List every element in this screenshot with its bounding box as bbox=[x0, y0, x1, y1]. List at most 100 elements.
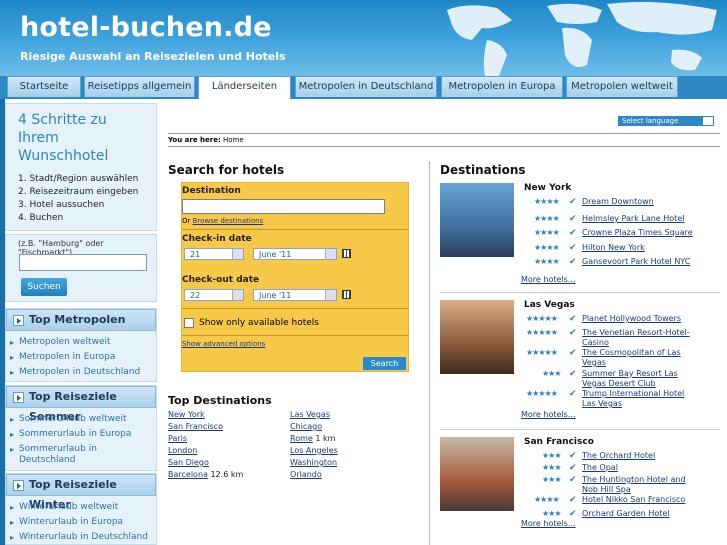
chevron-down-icon bbox=[703, 117, 713, 125]
city-photo[interactable] bbox=[440, 183, 514, 257]
star-rating-icon: ★★★★★ bbox=[526, 314, 558, 323]
destination-label: Destination bbox=[182, 186, 241, 196]
checkin-month-select[interactable]: June '11 bbox=[253, 248, 337, 260]
destination-block: Las Vegas ★★★★★ ✔ Planet Hollywood Towers ★★… bbox=[440, 300, 720, 420]
calendar-icon[interactable] bbox=[342, 290, 351, 299]
city-photo[interactable] bbox=[440, 437, 514, 511]
step-item: 2. Reisezeitraum eingeben bbox=[18, 187, 139, 197]
hotel-link[interactable]: Gansevoort Park Hotel NYC bbox=[582, 257, 694, 267]
top-destination-item: Las Vegas bbox=[290, 410, 330, 419]
more-hotels-link[interactable]: More hotels... bbox=[521, 410, 575, 419]
top-destination-link[interactable]: Las Vegas bbox=[290, 410, 330, 419]
top-destination-link[interactable]: San Diego bbox=[168, 458, 209, 467]
hotel-link[interactable]: The Huntington Hotel and Nob Hill Spa bbox=[582, 475, 694, 495]
section-header[interactable]: Top Reiseziele Winter bbox=[6, 474, 156, 511]
search-button[interactable]: Search bbox=[363, 357, 406, 370]
checkmark-icon: ✔ bbox=[569, 328, 577, 338]
hotel-link[interactable]: Hilton New York bbox=[582, 243, 694, 253]
advanced-options-link[interactable]: Show advanced options bbox=[182, 340, 265, 348]
hotel-link[interactable]: The Orchard Hotel bbox=[582, 451, 694, 461]
star-rating-icon: ★★★ bbox=[542, 369, 561, 378]
top-destination-link[interactable]: Rome bbox=[290, 434, 313, 443]
hotel-link[interactable]: The Cosmopolitan of Las Vegas bbox=[582, 348, 694, 368]
or-text: Or bbox=[182, 217, 191, 225]
top-destination-link[interactable]: San Francisco bbox=[168, 422, 223, 431]
star-rating-icon: ★★★ bbox=[542, 451, 561, 460]
top-destination-link[interactable]: Barcelona bbox=[168, 470, 208, 479]
chevron-down-icon bbox=[232, 290, 243, 300]
more-hotels-link[interactable]: More hotels... bbox=[521, 275, 575, 284]
top-destination-link[interactable]: Los Angeles bbox=[290, 446, 338, 455]
checkmark-icon: ✔ bbox=[569, 197, 577, 207]
tab-metropolen-weltweit[interactable]: Metropolen weltweit bbox=[566, 76, 678, 97]
site-subtitle: Riesige Auswahl an Reisezielen und Hotel… bbox=[20, 50, 286, 63]
more-hotels-link[interactable]: More hotels... bbox=[521, 519, 575, 528]
hotel-link[interactable]: Summer Bay Resort Las Vegas Desert Club bbox=[582, 369, 694, 389]
main-nav-tabs: Startseite Reisetipps allgemein Länderse… bbox=[0, 76, 727, 99]
calendar-icon[interactable] bbox=[342, 249, 351, 258]
sidebar-link[interactable]: Sommerurlaub weltweit bbox=[6, 412, 156, 427]
section-header[interactable]: Top Reiseziele Sommer bbox=[6, 386, 156, 423]
city-photo[interactable] bbox=[440, 300, 514, 374]
checkout-month-select[interactable]: June '11 bbox=[253, 289, 337, 301]
top-destinations-heading: Top Destinations bbox=[168, 394, 272, 407]
checkin-day-select[interactable]: 21 bbox=[184, 248, 244, 260]
site-title[interactable]: hotel-buchen.de bbox=[20, 12, 272, 43]
sidebar-link[interactable]: Sommerurlaub in Europa bbox=[6, 427, 156, 442]
destinations-heading: Destinations bbox=[440, 163, 526, 177]
checkout-day-select[interactable]: 22 bbox=[184, 289, 244, 301]
top-destination-link[interactable]: Paris bbox=[168, 434, 187, 443]
checkmark-icon: ✔ bbox=[569, 451, 577, 461]
hotel-link[interactable]: Dream Downtown bbox=[582, 197, 694, 207]
destination-block: San Francisco ★★★ ✔ The Orchard Hotel ★★★ ✔ Th… bbox=[440, 437, 720, 545]
chevron-down-icon bbox=[325, 290, 336, 300]
top-destination-link[interactable]: Orlando bbox=[290, 470, 322, 479]
sidebar-link[interactable]: Sommerurlaub in Deutschland bbox=[6, 444, 106, 466]
arrow-right-icon bbox=[13, 315, 24, 326]
section-header[interactable]: Top Metropolen bbox=[6, 309, 156, 331]
step-item: 3. Hotel aussuchen bbox=[18, 200, 105, 210]
sidebar-link[interactable]: Winterurlaub weltweit bbox=[6, 500, 156, 515]
divider bbox=[440, 292, 720, 293]
tab-laenderseiten[interactable]: Länderseiten bbox=[198, 76, 291, 99]
step-item: 1. Stadt/Region auswählen bbox=[18, 174, 139, 184]
distance-text: 1 km bbox=[315, 434, 336, 443]
top-destination-link[interactable]: London bbox=[168, 446, 197, 455]
tab-startseite[interactable]: Startseite bbox=[7, 76, 81, 97]
hotel-link[interactable]: Crowne Plaza Times Square bbox=[582, 228, 694, 238]
sidebar-link[interactable]: Winterurlaub in Europa bbox=[6, 515, 156, 530]
checkin-day-value: 21 bbox=[190, 250, 201, 259]
top-destination-link[interactable]: Washington bbox=[290, 458, 337, 467]
checkout-day-value: 22 bbox=[190, 291, 201, 300]
star-rating-icon: ★★★★★ bbox=[526, 328, 558, 337]
hotel-link[interactable]: Orchard Garden Hotel bbox=[582, 509, 694, 519]
hotel-link[interactable]: The Opal bbox=[582, 463, 694, 473]
tab-reisetipps[interactable]: Reisetipps allgemein bbox=[84, 76, 195, 97]
hotel-link[interactable]: The Venetian Resort-Hotel-Casino bbox=[582, 328, 694, 348]
sidebar-section-metropolen: Top Metropolen Metropolen weltweit Metro… bbox=[5, 308, 157, 382]
sidebar-search-button[interactable]: Suchen bbox=[21, 278, 67, 296]
browse-destinations-link[interactable]: Browse destinations bbox=[193, 217, 264, 225]
language-select[interactable]: Select language bbox=[618, 116, 714, 126]
site-header: hotel-buchen.de Riesige Auswahl an Reise… bbox=[0, 0, 727, 76]
hotel-link[interactable]: Helmsley Park Lane Hotel bbox=[582, 214, 694, 224]
sidebar-link[interactable]: Winterurlaub in Deutschland bbox=[6, 530, 156, 545]
breadcrumb: You are here: Home bbox=[168, 133, 720, 147]
hotel-link[interactable]: Trump International Hotel Las Vegas bbox=[582, 389, 694, 409]
sidebar-link[interactable]: Metropolen weltweit bbox=[6, 335, 156, 350]
available-only-checkbox[interactable] bbox=[184, 318, 194, 328]
sidebar-link[interactable]: Metropolen in Deutschland bbox=[6, 365, 156, 380]
top-destination-link[interactable]: Chicago bbox=[290, 422, 322, 431]
tab-metropolen-deutschland[interactable]: Metropolen in Deutschland bbox=[295, 76, 437, 97]
hotel-link[interactable]: Hotel Nikko San Francisco bbox=[582, 495, 694, 505]
checkmark-icon: ✔ bbox=[569, 495, 577, 505]
top-destination-link[interactable]: New York bbox=[168, 410, 205, 419]
sidebar-link[interactable]: Metropolen in Europa bbox=[6, 350, 156, 365]
tab-metropolen-europa[interactable]: Metropolen in Europa bbox=[441, 76, 563, 97]
arrow-right-icon bbox=[13, 392, 24, 403]
top-destination-item: Orlando bbox=[290, 470, 322, 479]
destination-input[interactable] bbox=[182, 199, 385, 214]
hotel-link[interactable]: Planet Hollywood Towers bbox=[582, 314, 694, 324]
sidebar-search-input[interactable] bbox=[19, 254, 147, 271]
divider bbox=[182, 335, 408, 336]
